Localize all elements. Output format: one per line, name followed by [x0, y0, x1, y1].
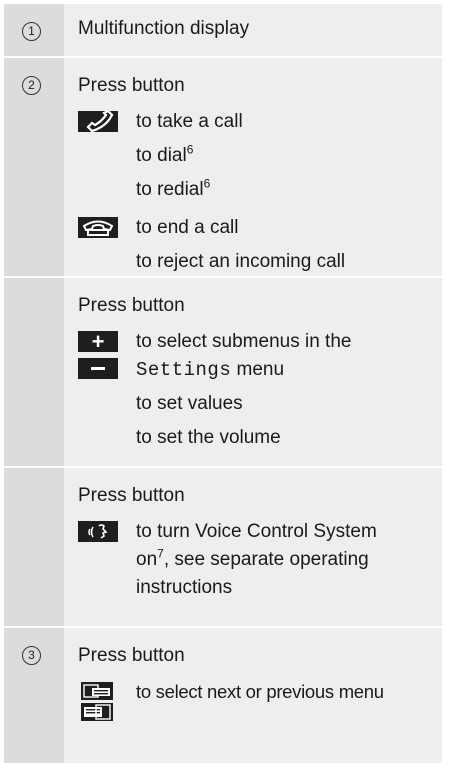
press-button-label: Press button: [78, 645, 185, 666]
item-number-2: 2: [22, 76, 41, 95]
take-call-text: to take a call: [136, 111, 243, 132]
redial-text: to redial6: [136, 176, 211, 200]
voice-control-icon: [78, 521, 118, 542]
settings-menu-text: Settings menu: [136, 359, 285, 381]
row-voice-button: Press button to turn Voice Control Syste…: [4, 468, 442, 628]
press-button-label: Press button: [78, 295, 185, 316]
item-number-1: 1: [22, 22, 41, 41]
phone-accept-icon: [78, 109, 118, 133]
press-button-label: Press button: [78, 75, 185, 96]
minus-icon: [78, 358, 118, 379]
set-values-text: to set values: [136, 393, 243, 414]
voice-control-text: to turn Voice Control System on7, see se…: [136, 521, 377, 598]
row-title: Multifunction display: [78, 18, 250, 39]
phone-end-icon: [78, 217, 118, 238]
item-number-3: 3: [22, 646, 41, 665]
menu-previous-icon: [80, 702, 114, 722]
plus-icon: +: [78, 331, 118, 353]
set-volume-text: to set the volume: [136, 427, 281, 448]
select-submenus-text: to select submenus in the: [136, 331, 352, 352]
press-button-label: Press button: [78, 485, 185, 506]
dial-text: to dial6: [136, 142, 194, 166]
row-multifunction-display: 1 Multifunction display: [4, 4, 442, 58]
row-menu-buttons: 3 Press button to select next or previou…: [4, 628, 442, 765]
end-call-text: to end a call: [136, 217, 239, 238]
row-plus-minus-buttons: Press button + to select submenus in the…: [4, 278, 442, 468]
row-phone-buttons: 2 Press button to take a call to dial6 t…: [4, 58, 442, 278]
select-menu-text: to select next or previous menu: [136, 681, 384, 702]
reject-call-text: to reject an incoming call: [136, 251, 346, 272]
button-table: 1 Multifunction display 2 Press button t…: [4, 4, 442, 765]
menu-next-icon: [80, 681, 114, 701]
